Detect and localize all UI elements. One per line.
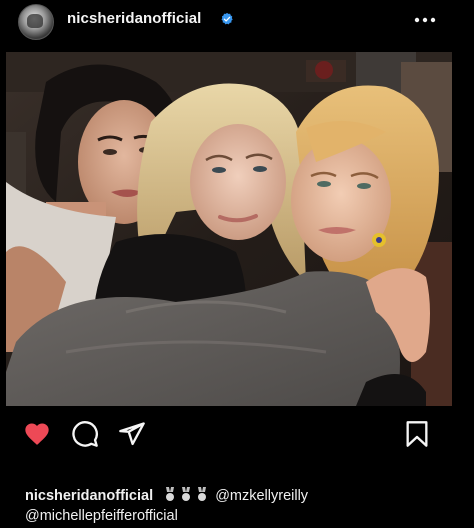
medal-icon [198, 487, 207, 501]
comment-icon[interactable] [71, 420, 99, 448]
heart-filled-icon[interactable] [23, 420, 51, 448]
mention-link[interactable]: @michellepfeifferofficial [25, 508, 178, 524]
post-username[interactable]: nicsheridanofficial [67, 10, 201, 27]
more-dots-icon[interactable] [414, 16, 436, 24]
mention-link[interactable]: @mzkellyreilly [215, 488, 308, 504]
medal-icon [182, 487, 191, 501]
medal-icon [166, 487, 175, 501]
post-action-bar [0, 412, 474, 456]
photo-illustration [6, 52, 452, 406]
post-header: nicsheridanofficial [0, 0, 474, 48]
caption-username[interactable]: nicsheridanofficial [25, 488, 153, 504]
bookmark-icon[interactable] [403, 420, 431, 448]
send-icon[interactable] [118, 420, 146, 448]
profile-avatar[interactable] [18, 4, 54, 40]
post-caption: nicsheridanofficial @mzkellyreilly @mich… [25, 486, 465, 526]
verified-badge-icon [221, 12, 233, 25]
post-photo[interactable] [6, 52, 452, 406]
